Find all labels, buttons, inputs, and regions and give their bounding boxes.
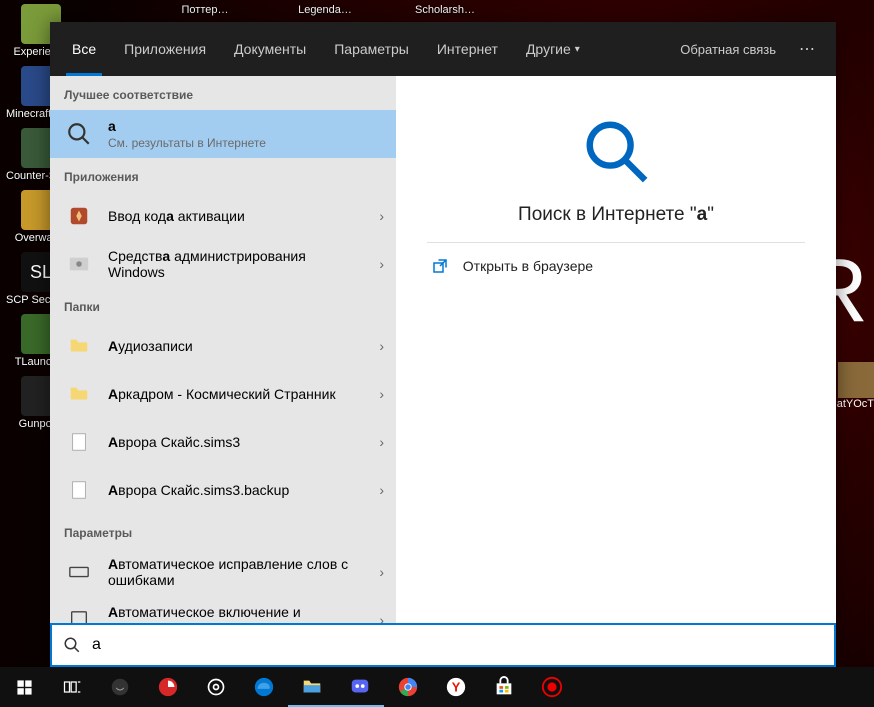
section-folders: Папки — [50, 288, 396, 322]
search-icon — [581, 116, 651, 186]
desktop-icons-row: Поттер… Legenda… Scholarsh… — [170, 0, 480, 20]
keyboard-icon — [64, 557, 94, 587]
preview-title: Поиск в Интернете "a" — [518, 204, 714, 226]
result-setting[interactable]: Автоматическое включение и выключение ре… — [50, 596, 396, 623]
results-left-column: Лучшее соответствие a См. результаты в И… — [50, 76, 396, 623]
result-folder[interactable]: Аркадром - Космический Странник › — [50, 370, 396, 418]
open-external-icon — [431, 257, 449, 275]
search-tabs-bar: Все Приложения Документы Параметры Интер… — [50, 22, 836, 76]
taskbar-app-record[interactable] — [528, 667, 576, 707]
result-app[interactable]: Ввод кода активации › — [50, 192, 396, 240]
result-app[interactable]: Средства администрирования Windows › — [50, 240, 396, 288]
start-button[interactable] — [0, 667, 48, 707]
section-settings: Параметры — [50, 514, 396, 548]
app-icon — [64, 201, 94, 231]
taskbar: Y — [0, 667, 874, 707]
folder-icon — [64, 331, 94, 361]
tab-documents[interactable]: Документы — [220, 22, 320, 76]
desktop-thumbnail-label: atYOcT — [837, 398, 874, 410]
search-icon — [64, 119, 94, 149]
taskbar-app[interactable] — [192, 667, 240, 707]
chevron-down-icon: ▾ — [575, 44, 580, 55]
result-title: a — [108, 118, 384, 134]
tab-apps[interactable]: Приложения — [110, 22, 220, 76]
tablet-icon — [64, 605, 94, 623]
result-folder[interactable]: Аврора Скайс.sims3 › — [50, 418, 396, 466]
result-title: Ввод кода активации — [108, 208, 365, 224]
desktop-thumbnail[interactable] — [838, 362, 874, 398]
taskbar-app-store[interactable] — [480, 667, 528, 707]
chevron-right-icon: › — [379, 564, 384, 580]
task-view-button[interactable] — [48, 667, 96, 707]
desktop-icon[interactable]: Поттер… — [170, 0, 240, 20]
search-panel: Все Приложения Документы Параметры Интер… — [50, 22, 836, 667]
taskbar-app[interactable] — [144, 667, 192, 707]
section-best-match: Лучшее соответствие — [50, 76, 396, 110]
taskbar-app-discord[interactable] — [336, 667, 384, 707]
result-subtitle: См. результаты в Интернете — [108, 136, 384, 150]
result-title: Автоматическое включение и выключение ре… — [108, 604, 365, 623]
chevron-right-icon: › — [379, 208, 384, 224]
result-folder[interactable]: Аудиозаписи › — [50, 322, 396, 370]
search-results-body: Лучшее соответствие a См. результаты в И… — [50, 76, 836, 623]
result-title: Аудиозаписи — [108, 338, 365, 354]
taskbar-app-edge[interactable] — [240, 667, 288, 707]
tab-settings[interactable]: Параметры — [320, 22, 423, 76]
feedback-link[interactable]: Обратная связь — [668, 22, 788, 76]
desktop-icon[interactable]: Legenda… — [290, 0, 360, 20]
desktop-icon[interactable]: Scholarsh… — [410, 0, 480, 20]
svg-text:Y: Y — [452, 680, 461, 695]
file-icon — [64, 475, 94, 505]
tab-all[interactable]: Все — [58, 22, 110, 76]
taskbar-app[interactable] — [96, 667, 144, 707]
result-title: Аврора Скайс.sims3 — [108, 434, 365, 450]
more-options-button[interactable]: ⋯ — [788, 22, 828, 76]
result-setting[interactable]: Автоматическое исправление слов с ошибка… — [50, 548, 396, 596]
chevron-right-icon: › — [379, 612, 384, 623]
chevron-right-icon: › — [379, 482, 384, 498]
chevron-right-icon: › — [379, 256, 384, 272]
search-icon — [52, 636, 92, 654]
taskbar-app-yandex[interactable]: Y — [432, 667, 480, 707]
tab-more[interactable]: Другие▾ — [512, 22, 594, 76]
result-title: Средства администрирования Windows — [108, 248, 365, 280]
taskbar-app-chrome[interactable] — [384, 667, 432, 707]
result-title: Автоматическое исправление слов с ошибка… — [108, 556, 365, 588]
result-title: Аркадром - Космический Странник — [108, 386, 365, 402]
tab-internet[interactable]: Интернет — [423, 22, 512, 76]
chevron-right-icon: › — [379, 338, 384, 354]
taskbar-app-explorer[interactable] — [288, 667, 336, 707]
chevron-right-icon: › — [379, 434, 384, 450]
result-best-match[interactable]: a См. результаты в Интернете — [50, 110, 396, 158]
search-input-row — [50, 623, 836, 667]
result-title: Аврора Скайс.sims3.backup — [108, 482, 365, 498]
section-apps: Приложения — [50, 158, 396, 192]
chevron-right-icon: › — [379, 386, 384, 402]
app-icon — [64, 249, 94, 279]
action-label: Открыть в браузере — [463, 258, 593, 274]
file-icon — [64, 427, 94, 457]
search-input[interactable] — [92, 625, 834, 665]
results-preview-pane: Поиск в Интернете "a" Открыть в браузере — [396, 76, 836, 623]
open-in-browser-action[interactable]: Открыть в браузере — [427, 243, 805, 289]
result-folder[interactable]: Аврора Скайс.sims3.backup › — [50, 466, 396, 514]
folder-icon — [64, 379, 94, 409]
